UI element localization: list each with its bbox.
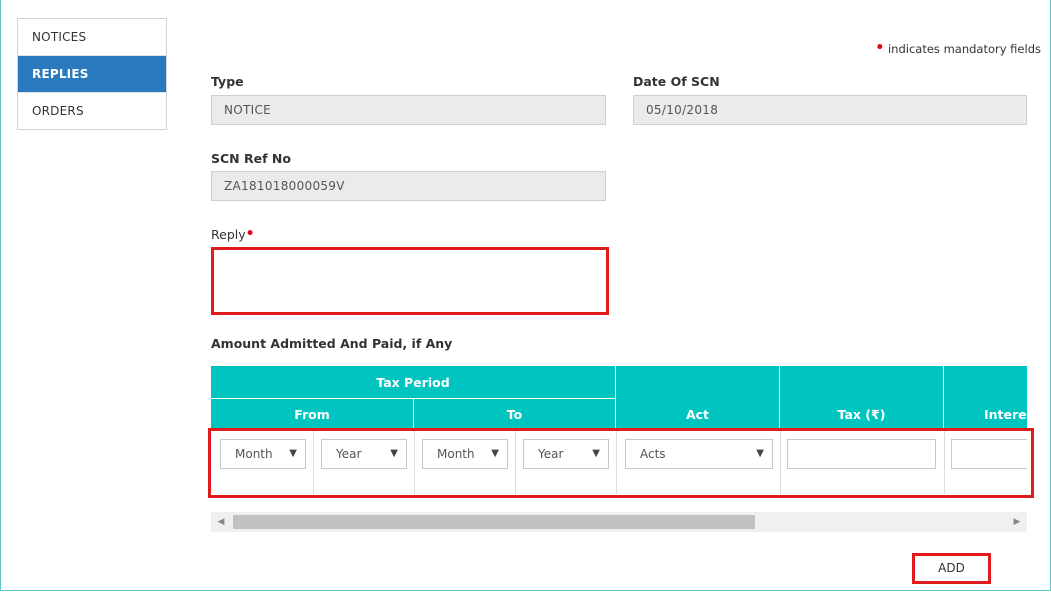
cell-divider — [515, 430, 516, 494]
amount-table: Tax Period From To Act Tax (₹) Intere Mo… — [211, 366, 1027, 494]
mandatory-note: • indicates mandatory fields — [875, 40, 1041, 56]
interest-header: Intere — [944, 366, 1027, 430]
cell-divider — [414, 430, 415, 494]
to-header: To — [414, 399, 616, 430]
caret-down-icon: ▼ — [592, 448, 600, 459]
interest-input[interactable] — [951, 439, 1027, 469]
caret-down-icon: ▼ — [390, 448, 398, 459]
reply-label-text: Reply — [211, 227, 246, 242]
from-month-value: Month — [235, 447, 273, 461]
mandatory-note-text: indicates mandatory fields — [887, 42, 1041, 56]
cell-divider — [313, 430, 314, 494]
scn-ref-label: SCN Ref No — [211, 151, 291, 166]
amount-section-title: Amount Admitted And Paid, if Any — [211, 336, 453, 351]
scroll-right-icon[interactable]: ▶ — [1007, 512, 1027, 532]
to-year-value: Year — [538, 447, 564, 461]
sidebar-nav: NOTICES REPLIES ORDERS — [17, 18, 167, 130]
required-dot-icon: • — [245, 226, 255, 242]
caret-down-icon: ▼ — [491, 448, 499, 459]
date-of-scn-field: 05/10/2018 — [633, 95, 1027, 125]
from-year-value: Year — [336, 447, 362, 461]
scroll-left-icon[interactable]: ◀ — [211, 512, 231, 532]
cell-divider — [780, 430, 781, 494]
reply-label: Reply• — [211, 226, 255, 242]
cell-divider — [616, 430, 617, 494]
scroll-thumb[interactable] — [233, 515, 755, 529]
date-of-scn-label: Date Of SCN — [633, 74, 720, 89]
act-header: Act — [616, 366, 780, 430]
cell-divider — [944, 430, 945, 494]
tax-input[interactable] — [787, 439, 936, 469]
required-dot-icon: • — [875, 40, 885, 56]
caret-down-icon: ▼ — [756, 448, 764, 459]
reply-textarea[interactable] — [211, 247, 609, 315]
scn-ref-field: ZA181018000059V — [211, 171, 606, 201]
from-header: From — [211, 399, 414, 430]
caret-down-icon: ▼ — [289, 448, 297, 459]
sidebar-item-notices[interactable]: NOTICES — [18, 19, 166, 56]
tax-header: Tax (₹) — [780, 366, 944, 430]
horizontal-scrollbar[interactable]: ◀ ▶ — [211, 512, 1027, 532]
to-year-select[interactable]: Year ▼ — [523, 439, 609, 469]
tax-period-header: Tax Period — [211, 366, 616, 399]
sidebar-item-replies[interactable]: REPLIES — [18, 56, 166, 93]
act-value: Acts — [640, 447, 666, 461]
from-month-select[interactable]: Month ▼ — [220, 439, 306, 469]
add-button[interactable]: ADD — [912, 553, 991, 584]
from-year-select[interactable]: Year ▼ — [321, 439, 407, 469]
type-label: Type — [211, 74, 244, 89]
type-field: NOTICE — [211, 95, 606, 125]
sidebar-item-orders[interactable]: ORDERS — [18, 93, 166, 129]
to-month-select[interactable]: Month ▼ — [422, 439, 508, 469]
act-select[interactable]: Acts ▼ — [625, 439, 773, 469]
to-month-value: Month — [437, 447, 475, 461]
